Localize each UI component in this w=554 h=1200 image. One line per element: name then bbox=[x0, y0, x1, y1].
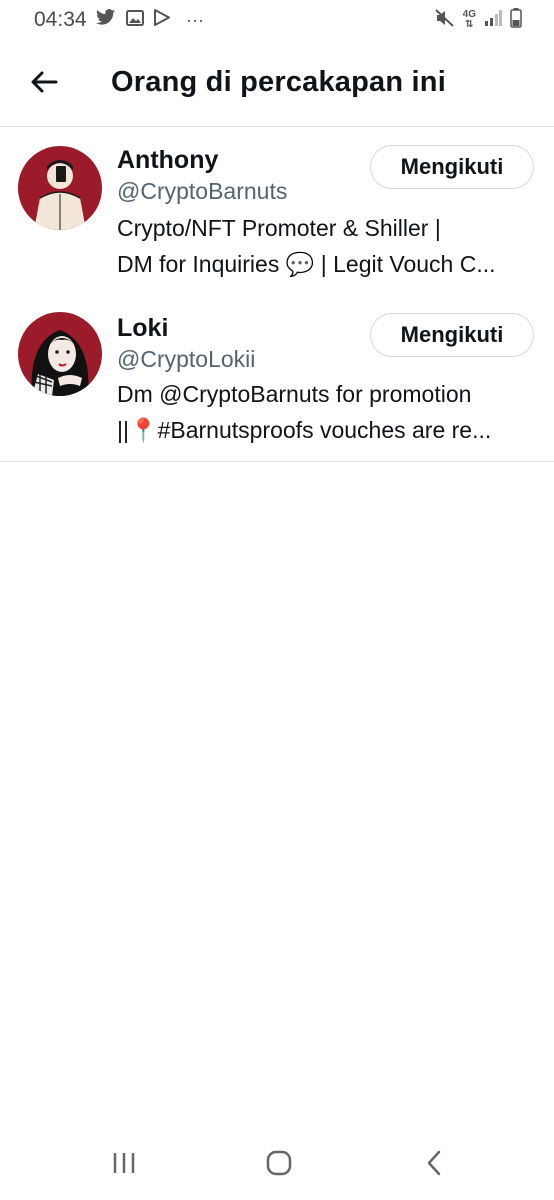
signal-icon bbox=[484, 9, 502, 31]
back-nav-button[interactable] bbox=[414, 1148, 454, 1182]
system-nav-bar bbox=[0, 1128, 554, 1200]
bio-line: ||📍#Barnutsproofs vouches are re... bbox=[117, 417, 492, 443]
network-type-icon: 4G ⇅ bbox=[462, 9, 476, 30]
system-icons: 4G ⇅ bbox=[434, 7, 522, 33]
home-icon bbox=[266, 1150, 292, 1181]
following-button[interactable]: Mengikuti bbox=[370, 313, 534, 357]
chevron-left-icon bbox=[425, 1150, 443, 1181]
user-name: Loki bbox=[117, 314, 169, 342]
play-store-icon bbox=[154, 9, 170, 31]
list-divider bbox=[0, 461, 554, 462]
bio-line: DM for Inquiries 💬 | Legit Vouch C... bbox=[117, 251, 496, 277]
following-button[interactable]: Mengikuti bbox=[370, 145, 534, 189]
recent-apps-icon bbox=[111, 1151, 137, 1180]
back-button[interactable] bbox=[24, 64, 64, 104]
user-handle: @CryptoLokii bbox=[117, 346, 256, 372]
user-handle: @CryptoBarnuts bbox=[117, 178, 288, 204]
bio-line: Dm @CryptoBarnuts for promotion bbox=[117, 381, 472, 407]
bio-line: Crypto/NFT Promoter & Shiller | bbox=[117, 215, 441, 241]
user-bio: Crypto/NFT Promoter & Shiller | DM for I… bbox=[117, 210, 532, 282]
more-notifications-icon: ··· bbox=[186, 9, 204, 30]
avatar[interactable] bbox=[18, 146, 102, 230]
user-bio: Dm @CryptoBarnuts for promotion ||📍#Barn… bbox=[117, 376, 532, 448]
status-bar: 04:34 ··· 4G ⇅ bbox=[0, 0, 554, 42]
gallery-icon bbox=[126, 9, 144, 31]
network-type-label: 4G bbox=[462, 9, 476, 20]
user-name: Anthony bbox=[117, 146, 219, 174]
arrow-left-icon bbox=[30, 70, 58, 99]
recent-apps-button[interactable] bbox=[104, 1148, 144, 1182]
screen: 04:34 ··· 4G ⇅ Orang di percakapan ini A… bbox=[0, 0, 554, 1200]
battery-icon bbox=[510, 7, 522, 33]
page-title: Orang di percakapan ini bbox=[111, 66, 446, 98]
user-list-item[interactable]: Loki @CryptoLokii Mengikuti Dm @CryptoBa… bbox=[0, 294, 554, 461]
status-time: 04:34 bbox=[34, 8, 87, 31]
mute-icon bbox=[434, 8, 455, 32]
home-button[interactable] bbox=[259, 1148, 299, 1182]
twitter-bird-icon bbox=[96, 9, 116, 31]
app-header: Orang di percakapan ini bbox=[0, 42, 554, 127]
user-list-item[interactable]: Anthony @CryptoBarnuts Mengikuti Crypto/… bbox=[0, 126, 554, 294]
notification-icons: ··· bbox=[96, 8, 204, 32]
avatar[interactable] bbox=[18, 312, 102, 396]
